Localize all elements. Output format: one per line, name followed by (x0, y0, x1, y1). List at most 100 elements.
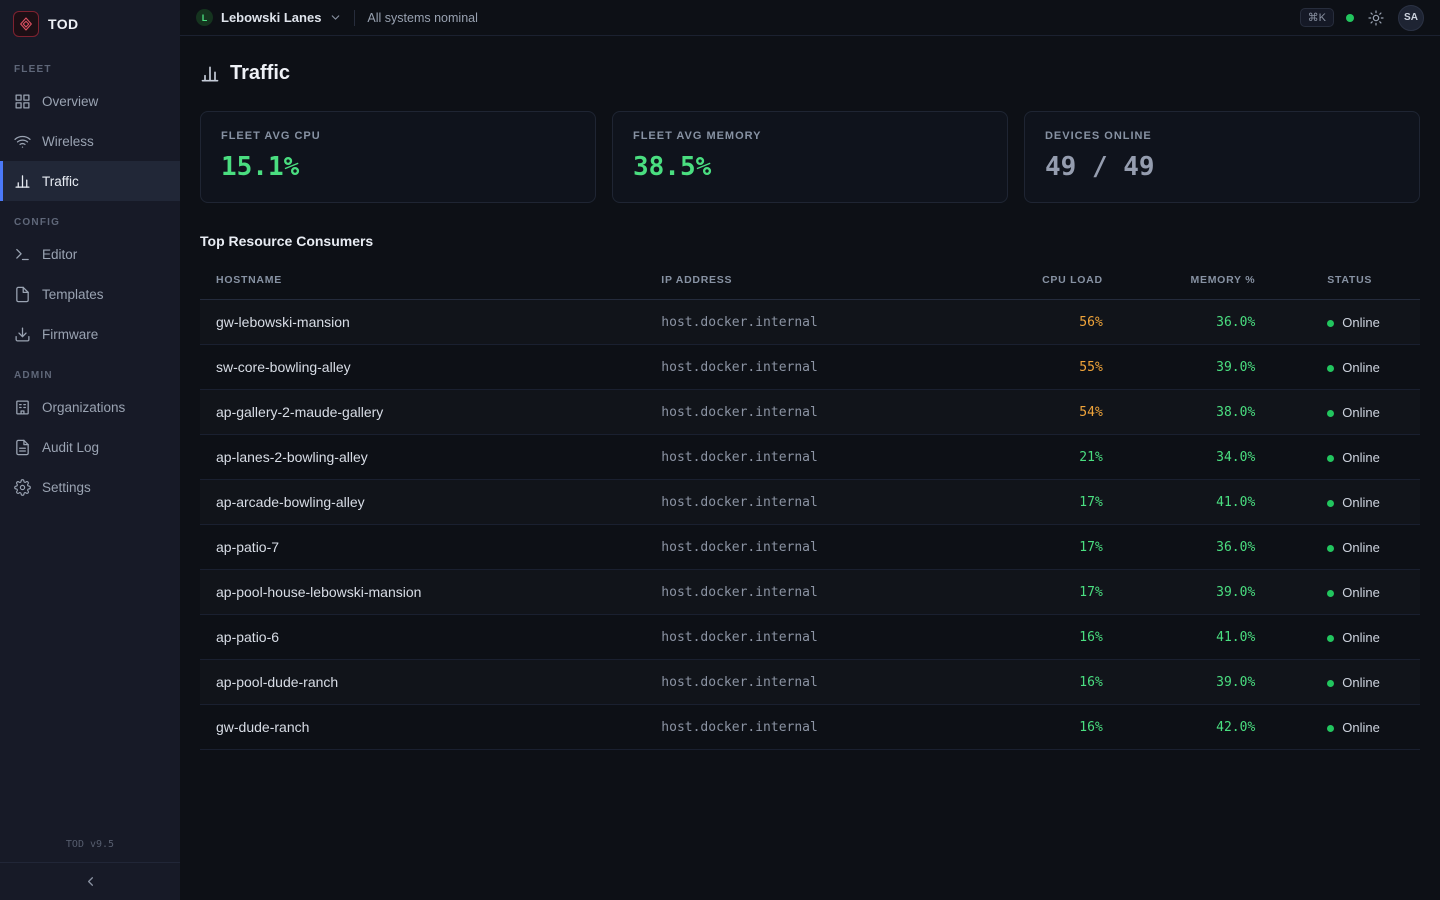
ip-address-cell: host.docker.internal (645, 435, 968, 480)
header-divider (354, 10, 355, 26)
stat-card-fleet-avg-memory: FLEET AVG MEMORY 38.5% (612, 111, 1008, 203)
memory-cell: 38.0% (1103, 390, 1256, 435)
sidebar-item-label: Firmware (42, 327, 98, 342)
sidebar-item-label: Audit Log (42, 440, 99, 455)
column-header-hostname: HOSTNAME (200, 261, 645, 300)
cpu-load-cell: 16% (969, 705, 1103, 750)
sidebar-item-overview[interactable]: Overview (0, 81, 180, 121)
online-status-dot (1327, 500, 1334, 507)
memory-cell: 34.0% (1103, 435, 1256, 480)
cpu-load-cell: 17% (969, 570, 1103, 615)
online-status-dot (1327, 725, 1334, 732)
hostname-cell: ap-lanes-2-bowling-alley (200, 435, 645, 480)
sidebar: TOD FLEET Overview Wireless (0, 0, 180, 900)
page-title-row: Traffic (200, 62, 1420, 85)
memory-cell: 39.0% (1103, 660, 1256, 705)
sidebar-item-organizations[interactable]: Organizations (0, 387, 180, 427)
chevron-left-icon (83, 874, 98, 889)
ip-address-cell: host.docker.internal (645, 660, 968, 705)
ip-address-cell: host.docker.internal (645, 345, 968, 390)
hostname-cell: ap-pool-house-lebowski-mansion (200, 570, 645, 615)
sidebar-item-label: Organizations (42, 400, 125, 415)
memory-cell: 42.0% (1103, 705, 1256, 750)
status-cell: Online (1255, 705, 1420, 750)
sidebar-item-label: Settings (42, 480, 91, 495)
building-icon (14, 399, 31, 416)
sidebar-item-label: Templates (42, 287, 104, 302)
memory-cell: 36.0% (1103, 300, 1256, 345)
status-cell: Online (1255, 435, 1420, 480)
stat-label: FLEET AVG MEMORY (633, 130, 987, 142)
cpu-load-cell: 16% (969, 660, 1103, 705)
download-icon (14, 326, 31, 343)
cpu-load-cell: 17% (969, 480, 1103, 525)
stat-label: FLEET AVG CPU (221, 130, 575, 142)
memory-cell: 36.0% (1103, 525, 1256, 570)
stat-card-devices-online: DEVICES ONLINE 49 / 49 (1024, 111, 1420, 203)
stat-card-fleet-avg-cpu: FLEET AVG CPU 15.1% (200, 111, 596, 203)
table-row[interactable]: ap-pool-dude-ranch host.docker.internal … (200, 660, 1420, 705)
status-label: Online (1342, 450, 1380, 465)
ip-address-cell: host.docker.internal (645, 525, 968, 570)
sidebar-section-fleet: FLEET (0, 64, 180, 75)
memory-cell: 39.0% (1103, 345, 1256, 390)
stat-label: DEVICES ONLINE (1045, 130, 1399, 142)
table-row[interactable]: gw-dude-ranch host.docker.internal 16% 4… (200, 705, 1420, 750)
online-status-dot (1327, 410, 1334, 417)
hostname-cell: gw-dude-ranch (200, 705, 645, 750)
column-header-ip: IP ADDRESS (645, 261, 968, 300)
table-row[interactable]: ap-pool-house-lebowski-mansion host.dock… (200, 570, 1420, 615)
org-avatar: L (196, 9, 213, 26)
hostname-cell: sw-core-bowling-alley (200, 345, 645, 390)
sidebar-item-wireless[interactable]: Wireless (0, 121, 180, 161)
top-resource-consumers-table: HOSTNAME IP ADDRESS CPU LOAD MEMORY % ST… (200, 261, 1420, 750)
column-header-cpu: CPU LOAD (969, 261, 1103, 300)
sidebar-item-editor[interactable]: Editor (0, 234, 180, 274)
status-label: Online (1342, 360, 1380, 375)
cpu-load-cell: 21% (969, 435, 1103, 480)
table-row[interactable]: ap-lanes-2-bowling-alley host.docker.int… (200, 435, 1420, 480)
table-row[interactable]: ap-patio-7 host.docker.internal 17% 36.0… (200, 525, 1420, 570)
sidebar-item-audit-log[interactable]: Audit Log (0, 427, 180, 467)
app-version: TOD v9.5 (0, 829, 180, 862)
sidebar-item-firmware[interactable]: Firmware (0, 314, 180, 354)
status-cell: Online (1255, 480, 1420, 525)
table-row[interactable]: gw-lebowski-mansion host.docker.internal… (200, 300, 1420, 345)
cpu-load-cell: 17% (969, 525, 1103, 570)
table-row[interactable]: ap-arcade-bowling-alley host.docker.inte… (200, 480, 1420, 525)
status-cell: Online (1255, 660, 1420, 705)
status-cell: Online (1255, 390, 1420, 435)
sidebar-item-label: Editor (42, 247, 77, 262)
sidebar-item-templates[interactable]: Templates (0, 274, 180, 314)
stat-value: 49 / 49 (1045, 152, 1399, 182)
sidebar-nav: FLEET Overview Wireless T (0, 48, 180, 829)
table-row[interactable]: sw-core-bowling-alley host.docker.intern… (200, 345, 1420, 390)
main-area: L Lebowski Lanes All systems nominal ⌘K … (180, 0, 1440, 900)
command-palette-hint[interactable]: ⌘K (1300, 8, 1334, 27)
status-label: Online (1342, 540, 1380, 555)
column-header-memory: MEMORY % (1103, 261, 1256, 300)
status-cell: Online (1255, 300, 1420, 345)
status-cell: Online (1255, 525, 1420, 570)
status-cell: Online (1255, 615, 1420, 660)
ip-address-cell: host.docker.internal (645, 705, 968, 750)
sidebar-item-label: Wireless (42, 134, 94, 149)
sidebar-item-settings[interactable]: Settings (0, 467, 180, 507)
table-row[interactable]: ap-patio-6 host.docker.internal 16% 41.0… (200, 615, 1420, 660)
file-text-icon (14, 439, 31, 456)
sidebar-section-config: CONFIG (0, 217, 180, 228)
hostname-cell: ap-pool-dude-ranch (200, 660, 645, 705)
status-cell: Online (1255, 570, 1420, 615)
gear-icon (14, 479, 31, 496)
sidebar-collapse-button[interactable] (0, 862, 180, 900)
sidebar-item-traffic[interactable]: Traffic (0, 161, 180, 201)
app-logo[interactable]: TOD (0, 0, 180, 48)
theme-toggle-button[interactable] (1366, 8, 1386, 28)
user-avatar[interactable]: SA (1398, 5, 1424, 31)
online-status-dot (1327, 590, 1334, 597)
org-switcher[interactable]: L Lebowski Lanes (196, 9, 342, 26)
stat-value: 38.5% (633, 152, 987, 182)
stats-row: FLEET AVG CPU 15.1% FLEET AVG MEMORY 38.… (200, 111, 1420, 203)
sun-icon (1368, 10, 1384, 26)
table-row[interactable]: ap-gallery-2-maude-gallery host.docker.i… (200, 390, 1420, 435)
